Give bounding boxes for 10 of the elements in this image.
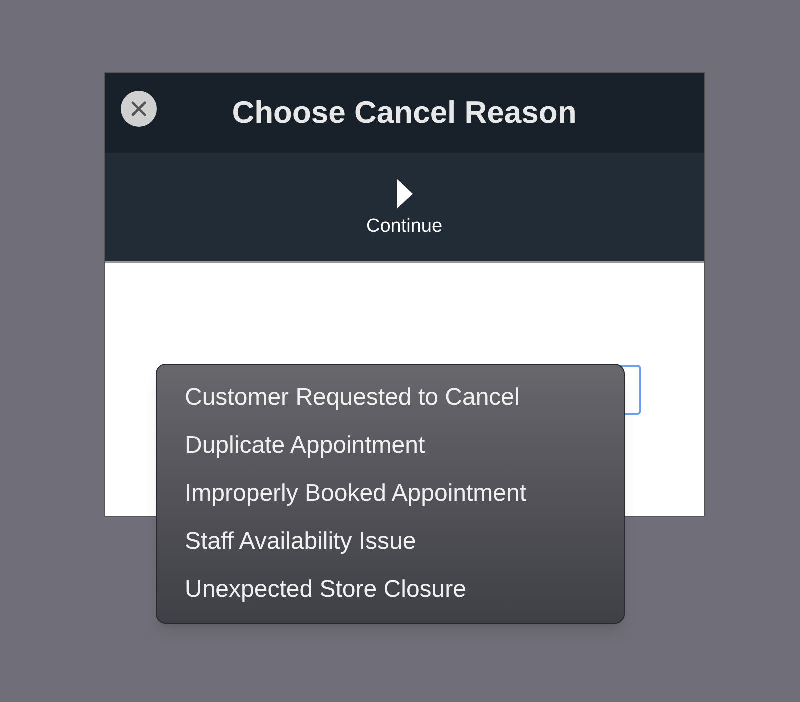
dialog-title: Choose Cancel Reason bbox=[232, 94, 577, 132]
menu-item[interactable]: Unexpected Store Closure bbox=[157, 569, 624, 617]
menu-item[interactable]: Duplicate Appointment bbox=[157, 425, 624, 473]
menu-item[interactable]: Improperly Booked Appointment bbox=[157, 473, 624, 521]
continue-button[interactable]: Continue bbox=[366, 172, 443, 242]
menu-item[interactable]: Staff Availability Issue bbox=[157, 521, 624, 569]
close-icon bbox=[131, 101, 147, 117]
close-button[interactable] bbox=[121, 91, 157, 127]
play-icon bbox=[396, 178, 412, 209]
menu-item[interactable]: Customer Requested to Cancel bbox=[157, 377, 624, 425]
